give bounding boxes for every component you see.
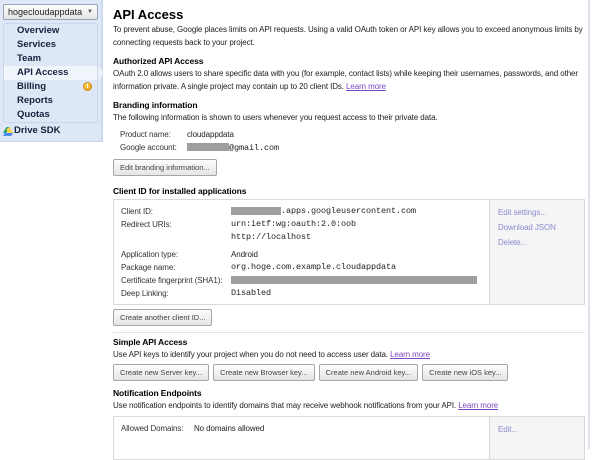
edit-settings-link[interactable]: Edit settings... [498, 205, 584, 220]
redacted-fingerprint [231, 276, 477, 284]
deep-linking-label: Deep Linking: [121, 287, 231, 300]
notification-actions: Edit... [489, 417, 584, 459]
application-type-label: Application type: [121, 248, 231, 261]
notification-endpoints-text: Use notification endpoints to identify d… [113, 400, 585, 413]
edit-branding-button[interactable]: Edit branding information... [113, 159, 217, 176]
sidebar: hogecloudappdata ▼ Overview Services Tea… [0, 0, 103, 449]
sidebar-item-billing[interactable]: Billing ! [4, 80, 97, 94]
page-right-edge [588, 0, 590, 449]
sidebar-item-label: Drive SDK [14, 125, 60, 136]
product-name-label: Product name: [120, 128, 187, 141]
create-android-key-button[interactable]: Create new Android key... [319, 364, 418, 381]
notification-learn-more-link[interactable]: Learn more [458, 401, 498, 410]
create-ios-key-button[interactable]: Create new iOS key... [422, 364, 508, 381]
intro-text: To prevent abuse, Google places limits o… [113, 24, 585, 49]
package-name-value: org.hoge.com.example.cloudappdata [231, 261, 396, 274]
simple-body: Use API keys to identify your project wh… [113, 350, 390, 359]
certificate-fingerprint-label: Certificate fingerprint (SHA1): [121, 274, 231, 287]
notification-endpoints-table: Allowed Domains:No domains allowed Edit.… [113, 416, 585, 460]
simple-api-access-text: Use API keys to identify your project wh… [113, 349, 585, 362]
branding-heading: Branding information [113, 100, 585, 110]
allowed-domains-value: No domains allowed [194, 422, 264, 435]
create-server-key-button[interactable]: Create new Server key... [113, 364, 209, 381]
page-title: API Access [113, 7, 585, 22]
redirect-uris-label: Redirect URIs: [121, 218, 231, 231]
google-account-label: Google account: [120, 141, 187, 154]
redirect-uris-value: urn:ietf:wg:oauth:2.0:oob http://localho… [231, 218, 356, 244]
sidebar-item-drive-sdk[interactable]: Drive SDK [0, 124, 101, 138]
drive-icon [3, 127, 13, 136]
redacted-client-id [231, 207, 281, 215]
client-id-heading: Client ID for installed applications [113, 186, 585, 196]
sidebar-menu-group: Overview Services Team API Access Billin… [3, 23, 98, 123]
client-id-actions: Edit settings... Download JSON Delete... [489, 200, 584, 304]
authorized-learn-more-link[interactable]: Learn more [346, 82, 386, 91]
authorized-api-access-heading: Authorized API Access [113, 56, 585, 66]
create-client-id-button[interactable]: Create another client ID... [113, 309, 212, 326]
sidebar-item-services[interactable]: Services [4, 38, 97, 52]
caret-down-icon: ▼ [87, 9, 93, 15]
product-name-row: Product name:cloudappdata [113, 128, 585, 141]
client-id-table: Client ID: .apps.googleusercontent.com Re… [113, 199, 585, 305]
application-type-value: Android [231, 248, 258, 261]
redacted-account [187, 143, 229, 151]
sidebar-item-reports[interactable]: Reports [4, 94, 97, 108]
sidebar-item-overview[interactable]: Overview [4, 24, 97, 38]
product-name-value: cloudappdata [187, 130, 234, 139]
branding-text: The following information is shown to us… [113, 112, 585, 125]
simple-api-access-heading: Simple API Access [113, 337, 585, 347]
package-name-label: Package name: [121, 261, 231, 274]
warning-icon: ! [83, 82, 92, 91]
allowed-domains-label: Allowed Domains: [121, 422, 194, 435]
sidebar-item-label: Billing [17, 81, 46, 92]
sidebar-item-quotas[interactable]: Quotas [4, 108, 97, 122]
api-key-buttons: Create new Server key... Create new Brow… [113, 364, 585, 381]
main-content: API Access To prevent abuse, Google plac… [113, 0, 585, 460]
simple-learn-more-link[interactable]: Learn more [390, 350, 430, 359]
section-divider [113, 332, 585, 333]
project-selector[interactable]: hogecloudappdata ▼ [3, 4, 98, 20]
download-json-link[interactable]: Download JSON [498, 220, 584, 235]
sidebar-item-team[interactable]: Team [4, 52, 97, 66]
delete-link[interactable]: Delete... [498, 235, 584, 250]
sidebar-item-api-access[interactable]: API Access [4, 66, 97, 80]
project-selector-value: hogecloudappdata [8, 7, 82, 17]
create-browser-key-button[interactable]: Create new Browser key... [213, 364, 314, 381]
google-account-row: Google account: @gmail.com [113, 141, 585, 155]
sidebar-menu-panel: hogecloudappdata ▼ Overview Services Tea… [0, 0, 103, 142]
edit-domains-link[interactable]: Edit... [498, 422, 584, 437]
deep-linking-value: Disabled [231, 287, 271, 300]
authorized-api-access-text: OAuth 2.0 allows users to share specific… [113, 68, 585, 93]
notification-endpoints-heading: Notification Endpoints [113, 388, 585, 398]
google-account-suffix: @gmail.com [229, 143, 279, 153]
notification-body: Use notification endpoints to identify d… [113, 401, 458, 410]
client-id-label: Client ID: [121, 205, 231, 218]
client-id-value: .apps.googleusercontent.com [281, 205, 416, 218]
